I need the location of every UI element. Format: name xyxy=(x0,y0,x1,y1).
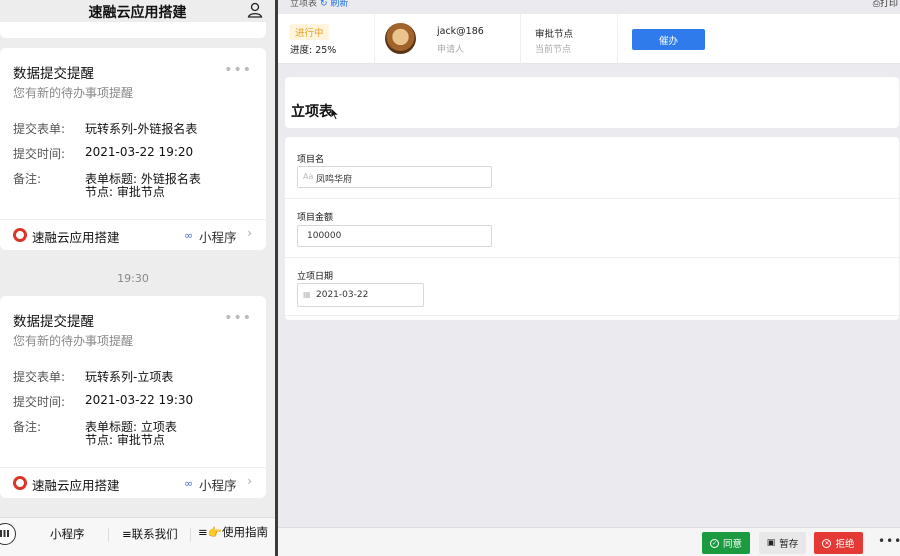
agree-label: 同意 xyxy=(722,539,742,550)
chevron-right-icon: › xyxy=(247,226,252,240)
refresh-link[interactable]: ↻ 刷新 xyxy=(320,0,348,9)
note-line: 节点: 审批节点 xyxy=(85,185,165,199)
applicant-name: jack@186 xyxy=(437,26,484,37)
current-node-name: 审批节点 xyxy=(535,29,574,40)
agree-button[interactable]: ✓ 同意 xyxy=(702,532,750,554)
time-key: 提交时间: xyxy=(13,147,66,161)
status-badge: 进行中 xyxy=(290,24,329,40)
action-bar: ✓ 同意 ▣ 暂存 ✕ 拒绝 ••• xyxy=(278,527,900,556)
app-logo-icon xyxy=(13,228,27,242)
message-footer[interactable]: 速融云应用搭建 ∞ 小程序 › xyxy=(0,220,266,250)
project-amount-value: 100000 xyxy=(307,231,342,241)
project-amount-input[interactable]: 100000 xyxy=(297,225,492,247)
close-icon: ✕ xyxy=(822,538,832,548)
mini-program-icon: ∞ xyxy=(184,477,194,490)
message-footer[interactable]: 速融云应用搭建 ∞ 小程序 › xyxy=(0,468,266,498)
chat-header: 速融云应用搭建 xyxy=(0,0,275,22)
menu-user-guide[interactable]: ≡👉使用指南 xyxy=(198,524,268,540)
print-button[interactable]: ⎙打印 xyxy=(873,0,898,9)
time-key: 提交时间: xyxy=(13,395,66,409)
more-actions-icon[interactable]: ••• xyxy=(878,534,900,548)
project-amount-label: 项目金额 xyxy=(297,213,334,223)
more-icon[interactable]: ••• xyxy=(224,62,252,78)
message-title: 数据提交提醒 xyxy=(13,314,94,330)
divider xyxy=(285,198,899,199)
save-label: 暂存 xyxy=(779,539,799,550)
divider xyxy=(190,528,191,542)
note-line: 节点: 审批节点 xyxy=(85,433,165,447)
message-subtitle: 您有新的待办事项提醒 xyxy=(13,86,134,100)
form-value: 玩转系列-立项表 xyxy=(85,370,174,384)
avatar xyxy=(385,23,416,54)
chat-title: 速融云应用搭建 xyxy=(88,5,187,21)
form-title: 立项表 xyxy=(291,104,333,120)
divider xyxy=(108,528,109,542)
urge-button[interactable]: 催办 xyxy=(632,29,705,50)
app-logo-icon xyxy=(13,476,27,490)
divider xyxy=(285,257,899,258)
time-separator: 19:30 xyxy=(117,272,149,285)
applicant-label: 申请人 xyxy=(437,45,465,55)
save-icon: ▣ xyxy=(766,538,776,548)
project-name-label: 项目名 xyxy=(297,155,325,165)
project-date-label: 立项日期 xyxy=(297,272,334,282)
reject-button[interactable]: ✕ 拒绝 xyxy=(814,532,863,554)
note-key: 备注: xyxy=(13,420,42,434)
menu-mini-program[interactable]: 小程序 xyxy=(50,526,85,542)
previous-message-card xyxy=(0,22,266,38)
note-key: 备注: xyxy=(13,172,42,186)
message-card[interactable]: 数据提交提醒 您有新的待办事项提醒 ••• 提交表单: 玩转系列-立项表 提交时… xyxy=(0,296,266,498)
chat-bottom-bar: 小程序 ≡联系我们 ≡👉使用指南 xyxy=(0,517,275,556)
mini-program-icon: ∞ xyxy=(184,229,194,242)
check-icon: ✓ xyxy=(709,538,719,548)
text-field-icon: Aa xyxy=(303,172,314,181)
reject-label: 拒绝 xyxy=(835,539,855,550)
time-value: 2021-03-22 19:30 xyxy=(85,393,194,407)
calendar-icon: ▦ xyxy=(303,290,311,299)
form-pane: 立项表 ↻ 刷新 ⎙打印 进行中 进度: 25% jack@186 申请人 审批… xyxy=(278,0,900,556)
chevron-right-icon: › xyxy=(247,474,252,488)
time-value: 2021-03-22 19:20 xyxy=(85,145,194,159)
flow-status-bar: 进行中 进度: 25% jack@186 申请人 审批节点 当前节点 催办 xyxy=(278,14,900,64)
message-subtitle: 您有新的待办事项提醒 xyxy=(13,334,134,348)
more-icon[interactable]: ••• xyxy=(224,310,252,326)
menu-contact-us[interactable]: ≡联系我们 xyxy=(122,526,178,542)
message-card[interactable]: 数据提交提醒 您有新的待办事项提醒 ••• 提交表单: 玩转系列-外链报名表 提… xyxy=(0,48,266,250)
mini-program-label: 小程序 xyxy=(199,478,237,493)
save-draft-button[interactable]: ▣ 暂存 xyxy=(759,532,806,554)
user-icon[interactable] xyxy=(247,2,263,18)
project-name-input[interactable]: Aa 凤鸣华府 xyxy=(297,166,492,188)
form-key: 提交表单: xyxy=(13,122,66,136)
breadcrumb: 立项表 xyxy=(290,0,318,9)
progress-text: 进度: 25% xyxy=(290,45,337,56)
mouse-cursor-icon xyxy=(331,108,339,120)
project-name-value: 凤鸣华府 xyxy=(316,175,353,185)
form-key: 提交表单: xyxy=(13,370,66,384)
form-title-card: 立项表 xyxy=(285,77,899,128)
divider xyxy=(285,315,899,316)
form-fields-card: 项目名 Aa 凤鸣华府 项目金额 100000 立项日期 ▦ 2021-03-2… xyxy=(285,137,899,320)
top-toolbar: 立项表 ↻ 刷新 ⎙打印 xyxy=(278,0,900,9)
app-name: 速融云应用搭建 xyxy=(32,230,120,245)
current-node-label: 当前节点 xyxy=(535,45,572,55)
mini-program-label: 小程序 xyxy=(199,230,237,245)
keyboard-icon[interactable] xyxy=(0,523,16,545)
chat-pane: 速融云应用搭建 数据提交提醒 您有新的待办事项提醒 ••• 提交表单: 玩转系列… xyxy=(0,0,275,556)
project-date-value: 2021-03-22 xyxy=(316,290,369,300)
app-name: 速融云应用搭建 xyxy=(32,478,120,493)
form-value: 玩转系列-外链报名表 xyxy=(85,122,198,136)
project-date-input[interactable]: ▦ 2021-03-22 xyxy=(297,283,424,307)
message-title: 数据提交提醒 xyxy=(13,66,94,82)
